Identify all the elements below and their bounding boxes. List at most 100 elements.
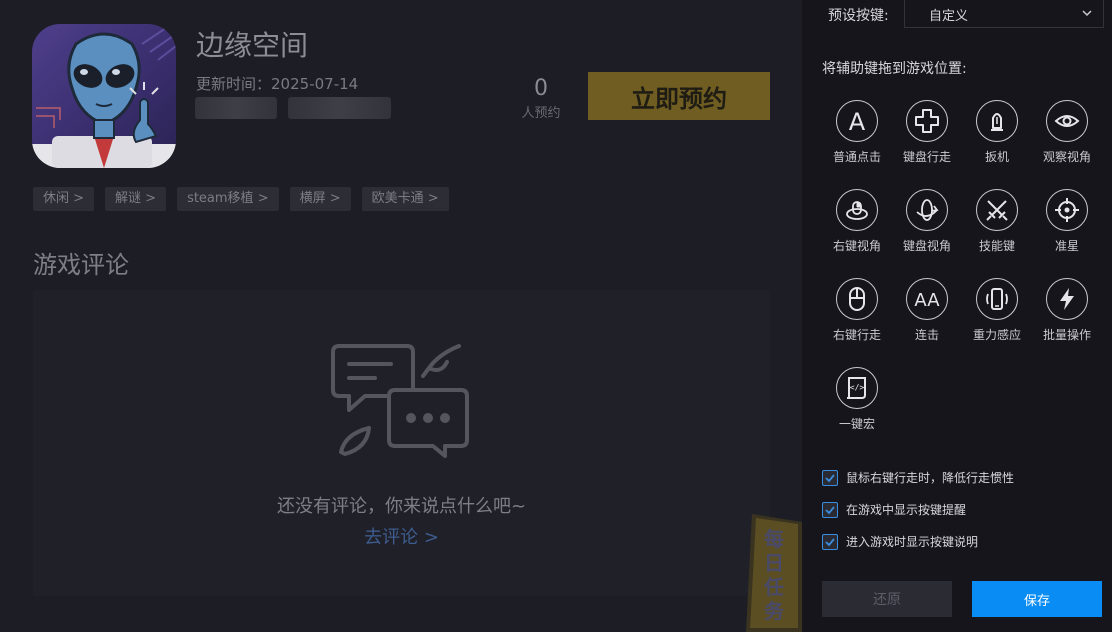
eye-icon (1054, 115, 1080, 127)
tag-puzzle[interactable]: 解谜 > (105, 187, 167, 211)
trigger-icon (991, 113, 1003, 131)
phone-tilt-icon (986, 288, 1008, 310)
rotate-view-icon (916, 199, 939, 221)
key-skill[interactable]: 技能键 (962, 189, 1032, 254)
option-reduce-walk-inertia[interactable]: 鼠标右键行走时，降低行走惯性 (822, 469, 1014, 486)
svg-text:</>: </> (850, 383, 865, 392)
save-button[interactable]: 保存 (972, 581, 1102, 617)
svg-text:A: A (849, 108, 866, 134)
tag-landscape[interactable]: 横屏 > (289, 187, 351, 211)
key-crosshair-circle (1046, 189, 1088, 231)
key-observe-view[interactable]: 观察视角 (1032, 100, 1102, 165)
key-label: 技能键 (978, 239, 1015, 253)
key-one-key-macro-circle: </> (836, 367, 878, 409)
key-batch-operation-circle (1046, 278, 1088, 320)
mouse-icon (849, 287, 865, 311)
mouse-view-icon (846, 201, 868, 220)
key-keyboard-walk-circle (906, 100, 948, 142)
key-right-click-view-circle (836, 189, 878, 231)
reserve-count: 0 (534, 76, 548, 101)
daily-task-badge[interactable]: 每日任务 (744, 510, 802, 632)
key-label: 右键行走 (832, 328, 881, 342)
key-observe-view-circle (1046, 100, 1088, 142)
key-right-click-walk[interactable]: 右键行走 (822, 278, 892, 343)
tag-casual[interactable]: 休闲 > (33, 187, 95, 211)
crossed-swords-icon (986, 200, 1008, 221)
checkbox-checked[interactable] (822, 501, 838, 518)
comments-section-title: 游戏评论 (33, 251, 129, 279)
key-label: 普通点击 (832, 150, 881, 164)
checkmark-icon (825, 537, 835, 546)
key-label: 键盘行走 (902, 150, 951, 164)
key-skill-circle (976, 189, 1018, 231)
option-label: 在游戏中显示按键提醒 (846, 503, 967, 517)
key-keyboard-walk[interactable]: 键盘行走 (892, 100, 962, 165)
no-comments-message: 还没有评论，你来说点什么吧~ (276, 496, 527, 517)
blurred-info (195, 97, 277, 119)
go-comment-link[interactable]: 去评论 > (33, 523, 770, 549)
preset-keys-label: 预设按键: (828, 8, 889, 24)
update-time-value: 2025-07-14 (271, 75, 359, 93)
tag-steam-port[interactable]: steam移植 > (177, 187, 279, 211)
key-keyboard-view-circle (906, 189, 948, 231)
lightning-icon (1060, 288, 1074, 310)
key-label: 连击 (914, 328, 939, 342)
key-trigger-circle (976, 100, 1018, 142)
checkbox-checked[interactable] (822, 533, 838, 550)
reserve-now-button[interactable]: 立即预约 (588, 72, 770, 120)
key-config-panel: 预设按键: 自定义 将辅助键拖到游戏位置: A 普通点击 键盘行走 扳机 观察视… (802, 0, 1112, 632)
key-batch-operation[interactable]: 批量操作 (1032, 278, 1102, 343)
checkmark-icon (825, 473, 835, 482)
game-icon (32, 24, 176, 168)
key-keyboard-view[interactable]: 键盘视角 (892, 189, 962, 254)
daily-task-char: 每日任务 (763, 527, 785, 623)
blurred-info (288, 97, 391, 119)
update-time-label: 更新时间： (196, 75, 272, 93)
checkbox-checked[interactable] (822, 469, 838, 486)
game-detail-panel: 边缘空间 更新时间：2025-07-14 0 人预约 立即预约 休闲 > 解谜 … (0, 0, 802, 632)
option-show-key-hints[interactable]: 在游戏中显示按键提醒 (822, 501, 966, 518)
update-time: 更新时间：2025-07-14 (196, 73, 358, 94)
option-show-key-guide[interactable]: 进入游戏时显示按键说明 (822, 533, 978, 550)
key-label: 批量操作 (1042, 328, 1091, 342)
key-combo[interactable]: AA 连击 (892, 278, 962, 343)
key-gravity-sensor[interactable]: 重力感应 (962, 278, 1032, 343)
tag-western-cartoon[interactable]: 欧美卡通 > (361, 187, 449, 211)
double-a-icon: AA (914, 290, 940, 311)
key-crosshair[interactable]: 准星 (1032, 189, 1102, 254)
option-label: 鼠标右键行走时，降低行走惯性 (846, 471, 1015, 485)
drag-hint-text: 将辅助键拖到游戏位置: (822, 61, 967, 77)
comments-area: 还没有评论，你来说点什么吧~ 去评论 > (33, 290, 770, 596)
key-label: 准星 (1054, 239, 1079, 253)
dpad-icon (915, 109, 939, 133)
option-label: 进入游戏时显示按键说明 (846, 535, 979, 549)
key-gravity-sensor-circle (976, 278, 1018, 320)
key-label: 扳机 (984, 150, 1009, 164)
key-normal-click-circle: A (836, 100, 878, 142)
key-right-click-view[interactable]: 右键视角 (822, 189, 892, 254)
preset-keys-select[interactable]: 自定义 (904, 0, 1104, 28)
assist-key-grid: A 普通点击 键盘行走 扳机 观察视角 右键视角 键盘视角 技能键 准星 右键行… (822, 100, 1102, 432)
reserve-count-label: 人预约 (521, 106, 561, 121)
letter-a-icon: A (849, 108, 866, 134)
key-normal-click[interactable]: A 普通点击 (822, 100, 892, 165)
crosshair-icon (1055, 198, 1079, 222)
svg-text:AA: AA (914, 290, 940, 311)
macro-icon: </> (847, 377, 866, 399)
restore-button[interactable]: 还原 (822, 581, 952, 617)
chevron-down-icon (1082, 10, 1092, 17)
key-label: 键盘视角 (902, 239, 951, 253)
game-title: 边缘空间 (196, 29, 309, 62)
tag-list: 休闲 > 解谜 > steam移植 > 横屏 > 欧美卡通 > (33, 187, 449, 211)
checkmark-icon (825, 505, 835, 514)
empty-comments-icon (331, 344, 469, 458)
key-one-key-macro[interactable]: </> 一键宏 (822, 367, 892, 432)
key-label: 右键视角 (832, 239, 881, 253)
key-label: 重力感应 (972, 328, 1021, 342)
key-label: 一键宏 (838, 417, 875, 431)
key-trigger[interactable]: 扳机 (962, 100, 1032, 165)
preset-keys-value: 自定义 (929, 9, 969, 24)
key-right-click-walk-circle (836, 278, 878, 320)
key-combo-circle: AA (906, 278, 948, 320)
key-label: 观察视角 (1042, 150, 1091, 164)
